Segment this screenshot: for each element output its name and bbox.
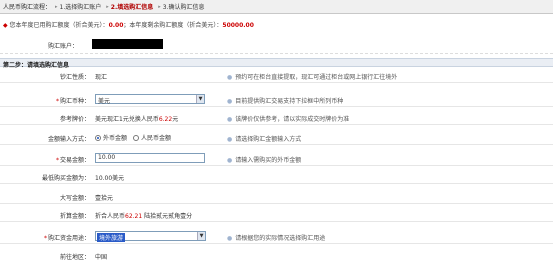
amount-row: *交易金额： 10.00 ● 请输入需购买的外币金额	[0, 150, 553, 166]
required-icon: *	[55, 98, 59, 105]
progress-steps: 人民币购汇流程： ▸ 1.选择购汇账户 ▸ 2.填选购汇信息 ▸ 3.确认购汇信…	[0, 0, 553, 14]
account-label: 购汇账户：	[48, 43, 79, 50]
bullet-icon: ●	[227, 116, 233, 123]
destination-value: 中国	[95, 254, 108, 261]
bullet-icon: ●	[227, 98, 233, 105]
settlement-value: 现汇	[95, 74, 108, 81]
bullet-icon: ●	[227, 235, 233, 242]
converted-row: 折算金额： 折合人民币62.21 陆拾贰元贰角壹分	[0, 206, 553, 222]
converted-value: 折合人民币62.21 陆拾贰元贰角壹分	[95, 213, 193, 220]
radio-rmb-amount[interactable]	[133, 134, 140, 141]
currency-row: *购汇币种： 美元 ▼ ● 目前提供购汇交易支持下拉框中所列币种	[0, 91, 553, 107]
currency-hint: ● 目前提供购汇交易支持下拉框中所列币种	[227, 98, 344, 105]
destination-row: 前往地区： 中国	[0, 247, 553, 261]
capital-label: 大写金额：	[59, 195, 90, 202]
currency-selected-value: 美元	[98, 98, 111, 105]
chevron-right-icon: ▸	[158, 3, 161, 10]
amount-label: *交易金额：	[55, 157, 90, 164]
purpose-hint: ● 请根据您的实际情况选择购汇用途	[227, 235, 326, 242]
radio-foreign-amount-label[interactable]: 外币金额	[103, 133, 127, 142]
chevron-down-icon[interactable]: ▼	[197, 232, 205, 240]
destination-label: 前往地区：	[59, 254, 90, 261]
quota-used-value: 0.00	[108, 22, 124, 29]
currency-label: *购汇币种：	[55, 98, 90, 105]
chevron-right-icon: ▸	[55, 3, 58, 10]
rate-row: 参考牌价： 美元现汇1元兑换人民币6.22元 ● 该牌价仅供参考，请以实际成交时牌…	[0, 109, 553, 125]
amount-mode-label: 金额输入方式：	[47, 136, 90, 143]
capital-value: 壹拾元	[95, 195, 114, 202]
min-amount-label: 最低购买金额为：	[41, 175, 90, 182]
chevron-down-icon[interactable]: ▼	[196, 95, 204, 103]
purpose-select[interactable]: 境外旅游 ▼	[95, 231, 206, 242]
diamond-icon: ◆	[3, 22, 8, 29]
settlement-hint: ● 预约可在柜台直接提取，现汇可通过柜台或网上银行汇往境外	[227, 74, 398, 81]
purpose-row: *购汇资金用途： 境外旅游 ▼ ● 请根据您的实际情况选择购汇用途	[0, 228, 553, 244]
quota-info: ◆ 您本年度已用购汇额度（折合美元）：0.00；本年度剩余购汇额度（折合美元）：…	[3, 20, 254, 29]
min-amount-value: 10.00美元	[95, 175, 125, 182]
rate-value: 美元现汇1元兑换人民币6.22元	[95, 116, 179, 123]
quota-remaining-value: 50000.00	[222, 22, 254, 29]
step-fill-info: 2.填选购汇信息	[110, 4, 154, 11]
quota-used-label: 您本年度已用购汇额度（折合美元）：	[9, 22, 109, 29]
required-icon: *	[43, 235, 47, 242]
account-row: 购汇账户：	[0, 34, 553, 54]
rate-label: 参考牌价：	[59, 116, 90, 123]
radio-foreign-amount[interactable]	[95, 134, 101, 141]
currency-select[interactable]: 美元 ▼	[95, 94, 205, 105]
purpose-label: *购汇资金用途：	[43, 235, 90, 242]
amount-mode-row: 金额输入方式： 外币金额 人民币金额 ● 请选择购汇金额输入方式	[0, 129, 553, 145]
step-select-account: 1.选择购汇账户	[59, 4, 102, 11]
account-number-redacted	[92, 39, 163, 49]
min-amount-row: 最低购买金额为： 10.00美元	[0, 168, 553, 184]
capital-row: 大写金额： 壹拾元	[0, 188, 553, 204]
chevron-right-icon: ▸	[106, 3, 109, 10]
rate-hint: ● 该牌价仅供参考，请以实际成交时牌价为准	[227, 116, 350, 123]
required-icon: *	[55, 157, 59, 164]
purpose-selected-value: 境外旅游	[97, 233, 126, 242]
amount-input[interactable]: 10.00	[95, 153, 205, 163]
step-confirm-info: 3.确认购汇信息	[162, 4, 205, 11]
quota-remaining-label: ；本年度剩余购汇额度（折合美元）：	[123, 22, 223, 29]
bullet-icon: ●	[227, 157, 233, 164]
amount-mode-radio-group: 外币金额 人民币金额	[95, 133, 177, 142]
settlement-row: 钞汇性质： 现汇 ● 预约可在柜台直接提取，现汇可通过柜台或网上银行汇往境外	[0, 67, 553, 83]
section-header: 第二步：请填选购汇信息	[0, 58, 553, 69]
converted-label: 折算金额：	[59, 213, 90, 220]
settlement-label: 钞汇性质：	[59, 74, 90, 81]
radio-rmb-amount-label[interactable]: 人民币金额	[141, 133, 171, 142]
amount-hint: ● 请输入需购买的外币金额	[227, 157, 302, 164]
flow-title: 人民币购汇流程：	[3, 4, 52, 11]
amount-mode-hint: ● 请选择购汇金额输入方式	[227, 136, 302, 143]
bullet-icon: ●	[227, 74, 233, 81]
bullet-icon: ●	[227, 136, 233, 143]
